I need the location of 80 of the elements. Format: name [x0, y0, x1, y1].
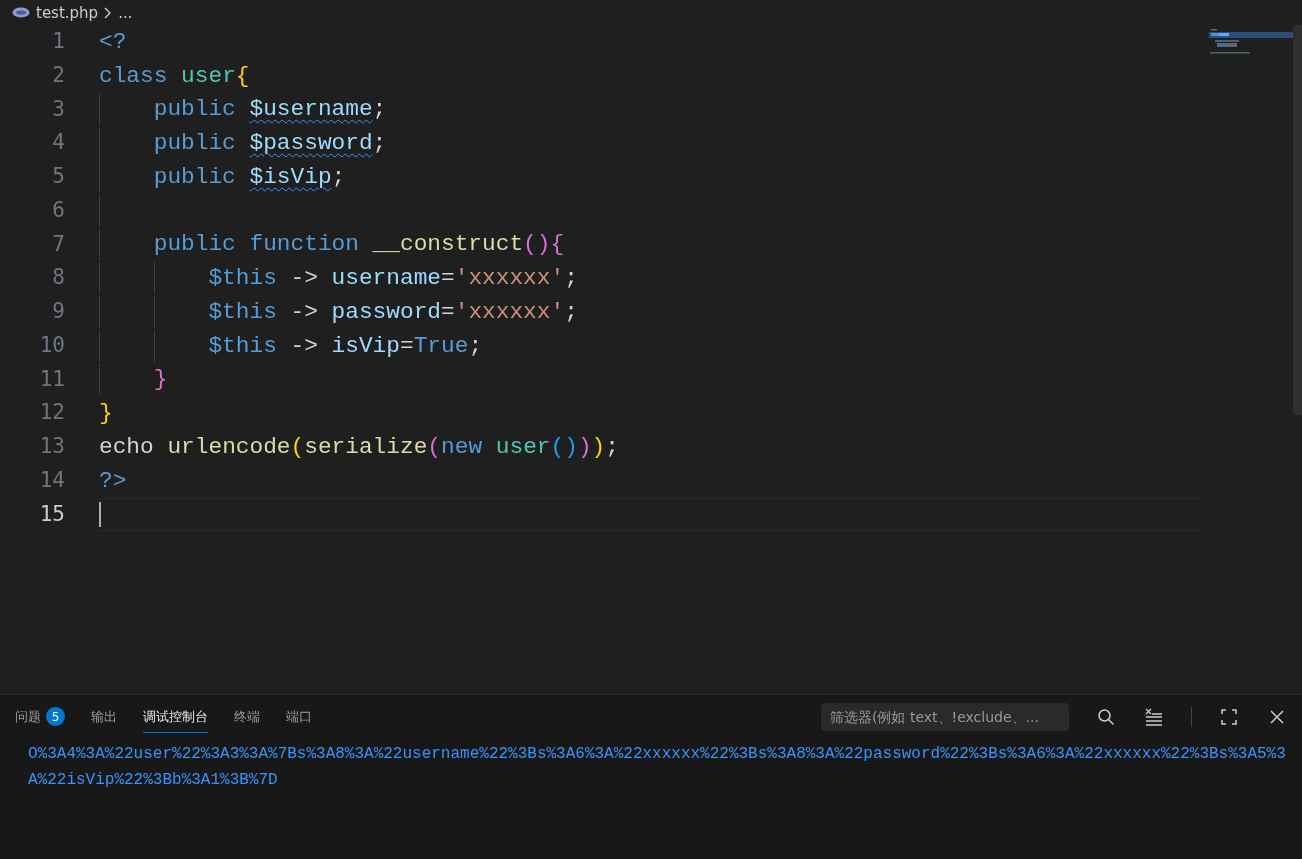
code-token: public [152, 96, 237, 123]
line-number: 4 [51, 129, 66, 157]
line-number: 11 [38, 365, 66, 393]
code-token: (){ [523, 231, 565, 258]
line-number: 3 [51, 95, 66, 123]
code-token: isVip [331, 332, 400, 359]
code-token: class [99, 62, 169, 89]
code-token: new [441, 433, 484, 460]
code-token: ; [564, 298, 578, 325]
filter-field[interactable]: 筛选器(例如 text、!exclude、... [821, 703, 1069, 731]
line-number: 1 [51, 28, 66, 55]
line-number: 10 [38, 331, 66, 359]
line-number: 5 [51, 163, 66, 190]
code-token: () [550, 433, 578, 460]
code-token: { [235, 62, 250, 89]
code-token: $this [207, 332, 278, 359]
line-number: 9 [51, 298, 66, 325]
code-token: 'xxxxxx' [454, 298, 565, 325]
code-token: $username [249, 96, 373, 123]
line-number: 15 [38, 500, 66, 528]
code-token: public function [152, 231, 360, 258]
console-output: O%3A4%3A%22user%22%3A3%3A%7Bs%3A8%3A%22username%22%3Bs%3A6%3A%22xxxxxx%22%3Bs%3A8%3A%22password%22%3Bs%3A6%3A%22xxxxxx%22%3Bs%3A5%3A%22isVip%22%3Bb%3A1%3B%7D [27, 744, 1287, 791]
chevron-right-icon [104, 6, 113, 19]
code-token: 'xxxxxx' [454, 265, 565, 292]
panel-tab[interactable]: 终端 [234, 701, 260, 733]
breadcrumb-file[interactable]: test.php [36, 3, 99, 22]
line-number: 8 [51, 264, 66, 292]
code-token: urlencode [167, 433, 291, 460]
code-token: __construct [372, 231, 524, 258]
clear-list-icon[interactable] [1143, 706, 1165, 728]
code-token: -> [290, 298, 319, 325]
code-token: $this [207, 298, 278, 325]
code-token: user [181, 62, 236, 89]
line-number: 12 [38, 399, 66, 427]
code-token: public [152, 163, 237, 190]
code-token: ; [468, 332, 483, 359]
maximize-icon[interactable] [1218, 706, 1240, 728]
code-token: = [400, 332, 414, 359]
code-token: ( [427, 433, 442, 460]
code-token: echo [99, 433, 155, 460]
code-token: ; [372, 130, 387, 157]
code-token: public [152, 130, 237, 157]
line-number: 13 [38, 433, 66, 460]
code-token: ; [331, 163, 346, 190]
line-number: 2 [51, 61, 66, 89]
code-token: = [441, 265, 455, 292]
count-badge: 5 [46, 707, 65, 726]
code-token: serialize [304, 433, 428, 460]
code-token: ; [372, 96, 387, 123]
code-token: = [441, 298, 455, 325]
code-token: $password [249, 130, 373, 157]
line-number: 6 [51, 196, 66, 224]
panel-tab[interactable]: 输出 [91, 701, 117, 733]
breadcrumb-more[interactable]: ... [118, 3, 133, 22]
code-token: user [495, 433, 551, 460]
code-token: ( [290, 433, 305, 460]
scrollbar[interactable] [1293, 25, 1302, 415]
code-token: ) [577, 433, 592, 460]
code-token: $isVip [249, 163, 332, 190]
code-token: True [413, 332, 469, 359]
search-icon[interactable] [1095, 706, 1117, 728]
php-file-icon [12, 7, 30, 18]
panel-tab[interactable]: 端口 [286, 701, 312, 733]
code-token: $this [207, 265, 278, 292]
code-token: password [331, 298, 442, 325]
line-number: 7 [51, 230, 66, 258]
panel-tab[interactable]: 调试控制台 [143, 701, 208, 733]
code-token: -> [290, 332, 319, 359]
code-token: ?> [99, 467, 127, 494]
line-number: 14 [38, 466, 66, 494]
text-cursor [99, 501, 101, 528]
code-token: ) [591, 433, 606, 460]
code-token: <? [99, 28, 127, 55]
code-token: } [99, 400, 113, 427]
panel-tab[interactable]: 问题 5 [15, 701, 65, 733]
code-token: } [152, 366, 168, 393]
code-token: ; [564, 265, 578, 292]
code-token: -> [290, 265, 319, 292]
code-token: ; [605, 433, 619, 460]
code-token: username [331, 265, 442, 292]
